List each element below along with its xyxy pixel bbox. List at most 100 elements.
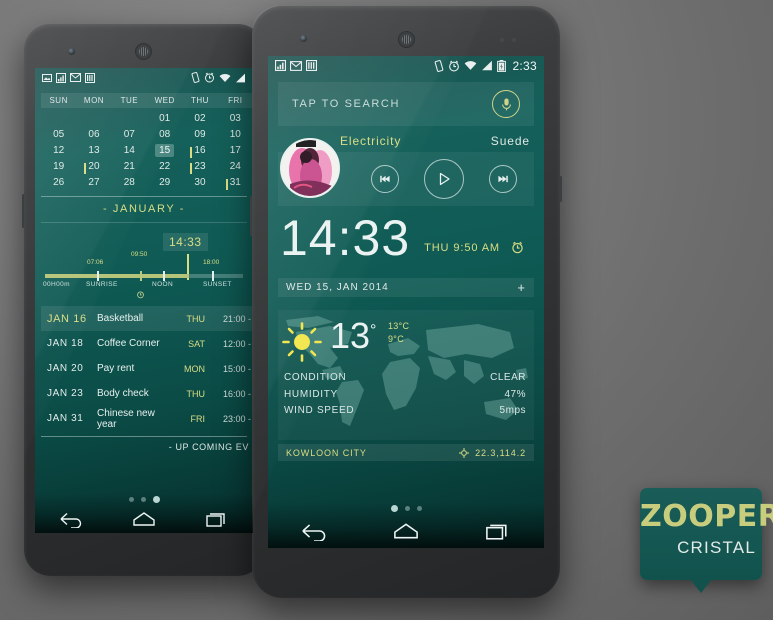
calendar-day-cell[interactable]: 21 <box>112 161 147 172</box>
power-button[interactable] <box>559 176 562 202</box>
event-date: JAN 16 <box>47 312 87 325</box>
calendar-week-row: 01 02 03 <box>41 110 253 126</box>
events-list[interactable]: JAN 16 Basketball THU 21:00 - JAN 18 Coffee C… <box>41 306 253 431</box>
calendar-day-cell[interactable]: 19 <box>41 161 76 172</box>
light-sensor-icon <box>512 38 516 42</box>
calendar-day-cell[interactable]: 28 <box>112 177 147 188</box>
calendar-day-cell[interactable]: 23 <box>182 161 217 174</box>
recents-icon[interactable] <box>204 510 230 528</box>
calendar-divider <box>41 196 247 197</box>
event-name: Basketball <box>97 313 144 324</box>
back-icon[interactable] <box>58 510 84 528</box>
calendar-day-cell[interactable]: 20 <box>76 161 111 174</box>
home-icon[interactable] <box>131 510 157 528</box>
label-condition: CONDITION <box>284 372 347 383</box>
page-indicator-left[interactable] <box>35 496 253 503</box>
calendar-day-cell[interactable]: 30 <box>182 177 217 188</box>
next-track-icon[interactable] <box>489 165 518 193</box>
timeline-now-badge: 14:33 <box>163 233 208 251</box>
calendar-day-cell[interactable]: 02 <box>182 113 217 124</box>
page-dot-2[interactable] <box>404 506 410 511</box>
date-label: WED 15, JAN 2014 <box>286 282 389 293</box>
calendar-day-cell[interactable]: 07 <box>112 129 147 140</box>
recents-icon[interactable] <box>483 521 513 541</box>
calendar-day-number: 28 <box>123 176 135 188</box>
page-dot-1[interactable] <box>128 497 134 502</box>
mail-icon <box>70 73 81 82</box>
calendar-day-number: 19 <box>53 160 65 172</box>
calendar-day-cell[interactable]: 12 <box>41 145 76 156</box>
calendar-day-cell[interactable]: 05 <box>41 129 76 140</box>
page-dot-2[interactable] <box>140 497 146 502</box>
microphone-icon[interactable] <box>492 90 520 118</box>
screen-right: 2:33 TAP TO SEARCH Electricity Suede 14:… <box>268 56 544 548</box>
timeline-start-label: 00H00m <box>43 281 70 288</box>
calendar-day-number: 24 <box>229 160 241 172</box>
timeline-tick-alarm <box>140 271 142 281</box>
calendar-day-cell[interactable]: 14 <box>112 145 147 156</box>
calendar-day-cell[interactable]: 24 <box>218 161 253 172</box>
calendar-day-cell[interactable]: 09 <box>182 129 217 140</box>
date-bar[interactable]: WED 15, JAN 2014 + <box>278 278 534 297</box>
calendar-day-cell[interactable]: 06 <box>76 129 111 140</box>
earpiece-speaker-icon <box>399 32 414 47</box>
timeline-tick-sunrise <box>97 271 99 281</box>
volume-button[interactable] <box>22 194 25 228</box>
event-row[interactable]: JAN 20 Pay rent MON 15:00 - <box>41 356 253 381</box>
calendar-day-cell[interactable]: 16 <box>182 145 217 158</box>
equalizer-icon <box>306 60 317 71</box>
event-row[interactable]: JAN 23 Body check THU 16:00 - <box>41 381 253 406</box>
calendar-day-number: 29 <box>159 176 171 188</box>
back-icon[interactable] <box>299 521 329 541</box>
calendar-day-cell[interactable]: 15 <box>147 143 182 157</box>
zooper-badge: ZOOPER CRISTAL <box>640 488 773 593</box>
play-icon[interactable] <box>423 159 464 199</box>
front-camera-icon <box>300 35 307 42</box>
search-bar[interactable]: TAP TO SEARCH <box>278 82 534 126</box>
timeline-alarm-icon <box>136 290 145 299</box>
page-dot-3[interactable] <box>152 496 160 503</box>
add-event-button[interactable]: + <box>517 280 526 295</box>
weekday-wed: WED <box>154 96 175 105</box>
label-humidity: HUMIDITY <box>284 388 338 400</box>
event-date: JAN 31 <box>47 413 84 424</box>
home-icon[interactable] <box>391 521 421 541</box>
timeline-alarm-time: 09:50 <box>131 251 148 258</box>
calendar-day-cell[interactable]: 13 <box>76 145 111 156</box>
page-dot-1[interactable] <box>390 505 398 512</box>
previous-track-icon[interactable] <box>370 165 399 193</box>
calendar-day-cell[interactable]: 10 <box>218 129 253 140</box>
weather-location-bar[interactable]: KOWLOON CITY 22.3,114.2 <box>278 444 534 461</box>
volume-button[interactable] <box>250 196 253 236</box>
event-name: Body check <box>97 388 149 399</box>
calendar-day-cell[interactable]: 17 <box>218 145 253 156</box>
music-controls[interactable] <box>358 156 530 202</box>
alarm-icon[interactable] <box>511 241 524 254</box>
calendar-day-number: 06 <box>88 128 100 140</box>
event-row[interactable]: JAN 16 Basketball THU 21:00 - <box>41 306 253 331</box>
calendar-week-row: 05 06 07 08 09 10 <box>41 126 253 142</box>
timeline-sunset-time: 18:00 <box>203 259 220 266</box>
page-dot-3[interactable] <box>416 506 422 511</box>
calendar-day-cell[interactable]: 22 <box>147 161 182 172</box>
calendar-day-cell[interactable]: 26 <box>41 177 76 188</box>
album-art[interactable] <box>280 138 340 198</box>
calendar-day-number: 17 <box>229 144 241 156</box>
calendar-day-cell[interactable]: 27 <box>76 177 111 188</box>
timeline-sunrise-time: 07:06 <box>87 259 104 266</box>
calendar-day-cell[interactable]: 03 <box>218 113 253 124</box>
weather-detail-values: CLEAR 47% 5mps <box>490 370 526 420</box>
calendar-day-cell[interactable]: 31 <box>218 177 253 190</box>
crosshair-icon <box>459 447 470 458</box>
event-row[interactable]: JAN 31 Chinese new year FRI 23:00 - <box>41 406 253 431</box>
calendar-week-row: 12 13 14 15 16 17 <box>41 142 253 158</box>
phone-device-right: 2:33 TAP TO SEARCH Electricity Suede 14:… <box>250 6 562 598</box>
calendar-day-number: 10 <box>229 128 241 140</box>
page-indicator-right[interactable] <box>268 505 544 512</box>
calendar-day-number: 12 <box>53 144 65 156</box>
calendar-grid[interactable]: 01 02 03 05 06 07 08 09 10 12 13 14 15 16 17 19 20 21 22 23… <box>41 110 253 190</box>
calendar-day-cell[interactable]: 08 <box>147 129 182 140</box>
calendar-day-cell[interactable]: 01 <box>147 113 182 124</box>
event-row[interactable]: JAN 18 Coffee Corner SAT 12:00 - <box>41 331 253 356</box>
calendar-day-cell[interactable]: 29 <box>147 177 182 188</box>
